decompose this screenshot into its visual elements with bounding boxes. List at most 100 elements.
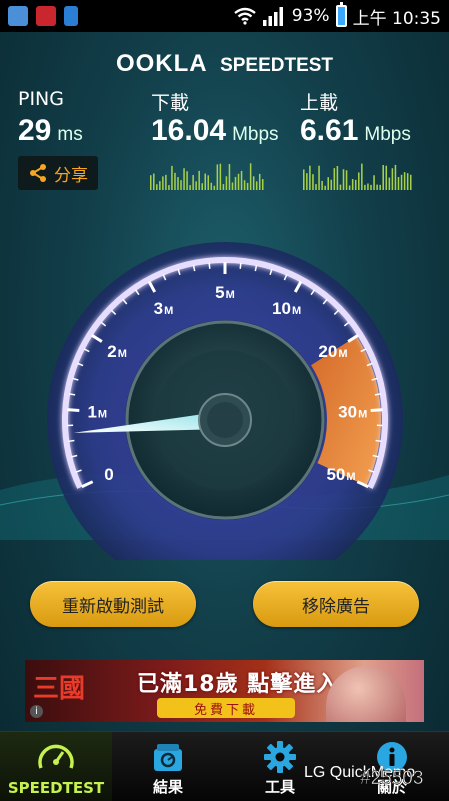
sparkline-bar <box>337 166 339 190</box>
sparkline-bar <box>392 168 394 190</box>
sparkline-bar <box>171 166 173 190</box>
app-notification-icon <box>8 6 28 26</box>
ad-title: 已滿18歲 點擊進入 <box>137 666 339 698</box>
file-notification-icon <box>64 6 78 26</box>
sparkline-bar <box>303 169 305 190</box>
speedometer-icon <box>37 740 75 774</box>
sparkline-bar <box>324 186 326 190</box>
sparkline-bar <box>168 185 170 190</box>
download-unit: Mbps <box>232 124 278 145</box>
ping-value-block: 29 ms <box>18 114 83 148</box>
sparkline-bar <box>352 179 354 190</box>
gear-icon <box>263 740 297 774</box>
mcafee-icon <box>36 6 56 26</box>
download-value-block: 16.04Mbps <box>151 114 279 148</box>
sparkline-bar <box>159 181 161 190</box>
sparkline-bar <box>312 174 314 190</box>
sparkline-bar <box>214 186 216 190</box>
sparkline-bar <box>186 171 188 190</box>
sparkline-bar <box>241 171 243 190</box>
tab-speedtest[interactable]: SPEEDTEST <box>0 732 112 801</box>
sparkline-bar <box>259 174 261 190</box>
signal-icon <box>262 6 286 26</box>
sparkline-bar <box>306 173 308 190</box>
sparkline-bar <box>373 175 375 190</box>
sparkline-bar <box>198 171 200 190</box>
sparkline-bar <box>208 175 210 190</box>
battery-icon <box>336 5 347 27</box>
sparkline-bar <box>195 181 197 190</box>
ping-value: 29 <box>18 114 51 147</box>
ad-banner[interactable]: 三國 已滿18歲 點擊進入 免費下載 i <box>25 660 424 722</box>
sparkline-bar <box>204 174 206 190</box>
sparkline-bar <box>349 186 351 190</box>
sparkline-bar <box>376 185 378 190</box>
restart-test-button[interactable]: 重新啟動測試 <box>30 581 196 627</box>
sparkline-bar <box>220 164 222 190</box>
sparkline-bar <box>177 177 179 190</box>
wifi-icon <box>234 7 256 25</box>
sparkline-bar <box>407 173 409 190</box>
sparkline-bar <box>232 182 234 190</box>
sparkline-bar <box>211 183 213 190</box>
gauge-minor-tick <box>69 394 75 395</box>
gauge-tick <box>371 410 383 411</box>
share-icon <box>28 163 48 183</box>
remove-ads-button[interactable]: 移除廣告 <box>253 581 419 627</box>
sparkline-bar <box>180 180 182 190</box>
sparkline-bar <box>256 181 258 190</box>
upload-unit: Mbps <box>364 124 410 145</box>
ad-download-button[interactable]: 免費下載 <box>157 698 295 718</box>
gauge-minor-tick <box>240 263 241 269</box>
tab-label: 結果 <box>112 776 224 797</box>
ping-unit: ms <box>57 124 82 145</box>
sparkline-bar <box>217 164 219 190</box>
sparkline-bar <box>318 166 320 190</box>
ad-info-icon[interactable]: i <box>30 705 43 718</box>
sparkline-bar <box>379 185 381 190</box>
gauge-minor-tick <box>375 394 381 395</box>
brand-logo: OOKLA <box>116 50 208 77</box>
sparkline-bar <box>386 166 388 190</box>
sparkline-bar <box>247 183 249 190</box>
sparkline-bar <box>226 176 228 190</box>
sparkline-bar <box>309 166 311 190</box>
sparkline-bar <box>361 164 363 190</box>
sparkline-bar <box>321 181 323 190</box>
download-sparkline <box>150 160 265 190</box>
ping-label: PING <box>18 88 64 110</box>
sparkline-bar <box>401 175 403 190</box>
gauge-minor-tick <box>376 440 382 441</box>
share-button[interactable]: 分享 <box>18 156 98 190</box>
sparkline-bar <box>355 180 357 190</box>
sparkline-bar <box>153 174 155 190</box>
sparkline-bar <box>410 175 412 190</box>
sparkline-bar <box>404 172 406 190</box>
speed-gauge: 01M2M3M5M10M20M30M50M <box>0 210 449 560</box>
sparkline-bar <box>253 176 255 190</box>
sparkline-bar <box>346 170 348 190</box>
sparkline-bar <box>389 178 391 190</box>
sparkline-bar <box>250 163 252 190</box>
watermark: #25503 <box>360 768 423 790</box>
sparkline-bar <box>192 175 194 190</box>
sparkline-bar <box>244 180 246 190</box>
sparkline-bar <box>367 184 369 190</box>
results-icon <box>151 740 185 774</box>
sparkline-bar <box>238 174 240 190</box>
upload-value: 6.61 <box>300 114 358 147</box>
sparkline-bar <box>327 177 329 190</box>
share-label: 分享 <box>54 161 88 186</box>
sparkline-bar <box>331 180 333 190</box>
download-label: 下載 <box>151 88 189 115</box>
tab-label: SPEEDTEST <box>0 779 112 797</box>
gauge-tick <box>67 410 79 411</box>
sparkline-bar <box>189 185 191 190</box>
sparkline-bar <box>370 185 372 190</box>
sparkline-bar <box>183 168 185 190</box>
tab-results[interactable]: 結果 <box>112 732 224 801</box>
sparkline-bar <box>358 172 360 190</box>
upload-sparkline <box>303 160 413 190</box>
product-name: SPEEDTEST <box>220 55 333 76</box>
battery-percent: 93% <box>292 6 330 26</box>
